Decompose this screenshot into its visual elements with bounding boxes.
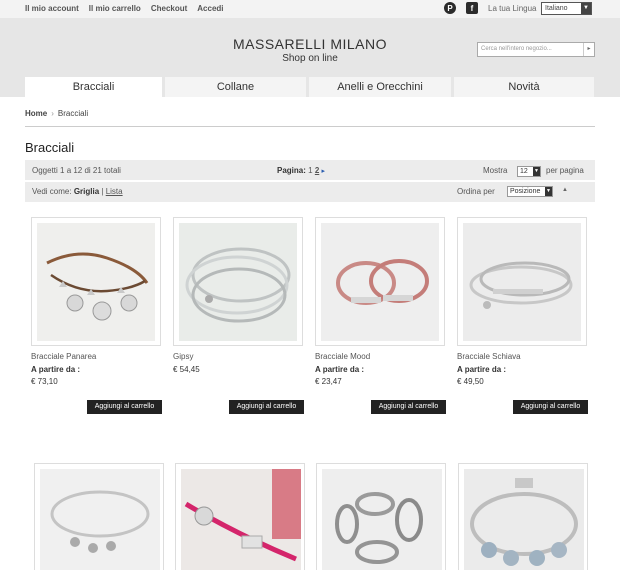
language-value: Italiano [545, 5, 568, 12]
product-price: € 49,50 [457, 377, 484, 386]
product-image-link[interactable] [31, 217, 161, 346]
chevron-down-icon: ▼ [533, 167, 540, 176]
pinterest-icon[interactable]: P [444, 2, 456, 14]
facebook-icon[interactable]: f [466, 2, 478, 14]
product-card [316, 463, 446, 570]
product-card [34, 463, 164, 570]
sort-direction-icon[interactable]: ▲ [562, 187, 568, 193]
my-cart-link[interactable]: Il mio carrello [89, 4, 141, 13]
top-bar: Il mio account Il mio carrello Checkout … [0, 0, 620, 18]
product-card [175, 463, 305, 570]
tab-bracciali[interactable]: Bracciali [25, 77, 162, 97]
per-page-select[interactable]: 12 ▼ [517, 166, 541, 177]
product-image-link[interactable] [175, 463, 305, 570]
product-image-link[interactable] [316, 463, 446, 570]
show-label: Mostra [483, 166, 508, 175]
per-page-label: per pagina [546, 166, 584, 175]
product-image-link[interactable] [315, 217, 445, 346]
language-select[interactable]: Italiano ▼ [541, 2, 592, 15]
add-to-cart-button[interactable]: Aggiungi al carrello [229, 400, 304, 414]
product-image [181, 469, 301, 570]
product-image [37, 223, 155, 341]
main-nav: Bracciali Collane Anelli e Orecchini Nov… [25, 77, 594, 97]
product-name[interactable]: Gipsy [173, 352, 193, 361]
breadcrumb-separator: › [51, 109, 54, 118]
product-name[interactable]: Bracciale Schiava [457, 352, 521, 361]
product-image-link[interactable] [457, 217, 587, 346]
search-input[interactable]: Cerca nell'intero negozio... ▸ [477, 42, 595, 57]
tab-anelli-orecchini[interactable]: Anelli e Orecchini [309, 77, 451, 97]
next-page-icon[interactable]: ▸ [322, 168, 326, 175]
checkout-link[interactable]: Checkout [151, 4, 187, 13]
my-account-link[interactable]: Il mio account [25, 4, 79, 13]
view-label: Vedi come: [32, 187, 72, 196]
price-from-label: A partire da : [315, 365, 365, 374]
account-links: Il mio account Il mio carrello Checkout … [25, 4, 224, 13]
view-as: Vedi come: Griglia | Lista [32, 187, 123, 196]
tab-collane[interactable]: Collane [165, 77, 306, 97]
page-1: 1 [308, 166, 313, 175]
tab-novita[interactable]: Novità [454, 77, 594, 97]
view-separator: | [101, 187, 104, 196]
sort-value: Posizione [510, 188, 541, 195]
language-label: La tua Lingua [488, 4, 537, 13]
view-toolbar: Vedi come: Griglia | Lista Ordina per Po… [25, 182, 595, 202]
item-count: Oggetti 1 a 12 di 21 totali [32, 166, 121, 175]
product-card [458, 463, 588, 570]
login-link[interactable]: Accedi [197, 4, 223, 13]
page-label: Pagina: [277, 166, 306, 175]
product-name[interactable]: Bracciale Mood [315, 352, 370, 361]
product-image-link[interactable] [458, 463, 588, 570]
product-image [464, 469, 584, 570]
search-placeholder: Cerca nell'intero negozio... [481, 46, 552, 52]
product-image [179, 223, 297, 341]
product-image [321, 223, 439, 341]
page-title: Bracciali [25, 140, 75, 155]
search-submit-icon[interactable]: ▸ [583, 43, 594, 56]
price-from-label: A partire da : [31, 365, 81, 374]
breadcrumb-home[interactable]: Home [25, 109, 47, 118]
chevron-down-icon: ▼ [545, 187, 552, 196]
product-image [40, 469, 160, 570]
add-to-cart-button[interactable]: Aggiungi al carrello [371, 400, 446, 414]
sort-label: Ordina per [457, 187, 495, 196]
add-to-cart-button[interactable]: Aggiungi al carrello [513, 400, 588, 414]
breadcrumb-current: Bracciali [57, 109, 89, 118]
breadcrumb: Home › Bracciali [25, 109, 88, 118]
page-2-link[interactable]: 2 [315, 166, 319, 175]
view-list-link[interactable]: Lista [106, 187, 123, 196]
divider [25, 126, 595, 127]
product-price: € 54,45 [173, 365, 200, 374]
product-image-link[interactable] [173, 217, 303, 346]
per-page-value: 12 [520, 168, 528, 175]
price-from-label: A partire da : [457, 365, 507, 374]
view-grid: Griglia [73, 187, 100, 196]
pager: Pagina: 1 2 ▸ [277, 166, 325, 175]
product-image [322, 469, 442, 570]
social-links: P f [444, 2, 478, 14]
add-to-cart-button[interactable]: Aggiungi al carrello [87, 400, 162, 414]
chevron-down-icon: ▼ [581, 3, 591, 14]
product-image-link[interactable] [34, 463, 164, 570]
product-name[interactable]: Bracciale Panarea [31, 352, 96, 361]
pager-toolbar: Oggetti 1 a 12 di 21 totali Pagina: 1 2 … [25, 160, 595, 181]
product-image [463, 223, 581, 341]
sort-select[interactable]: Posizione ▼ [507, 186, 553, 197]
product-price: € 23,47 [315, 377, 342, 386]
product-price: € 73,10 [31, 377, 58, 386]
